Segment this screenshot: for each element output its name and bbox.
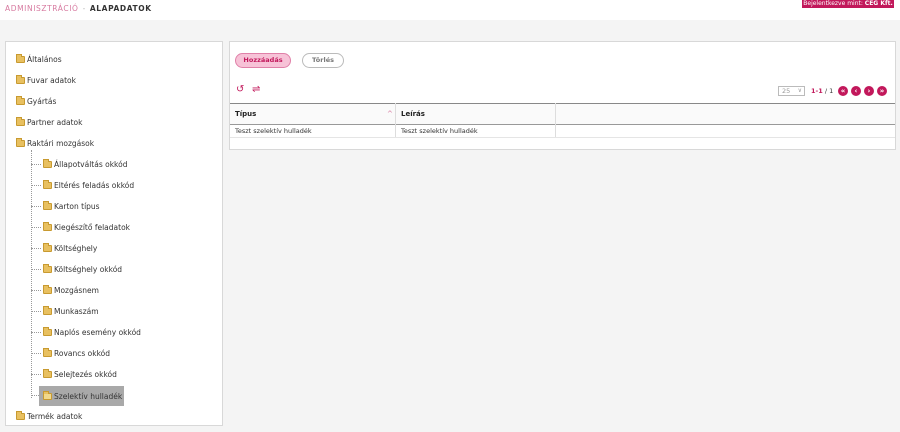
prev-page-icon[interactable]: ‹: [851, 86, 861, 96]
tree-child-item[interactable]: Állapotváltás okkód: [43, 155, 128, 173]
tree-child-item[interactable]: Költséghely: [43, 239, 97, 257]
page-total: / 1: [822, 87, 834, 95]
tree-child-item[interactable]: Kiegészítő feladatok: [43, 218, 130, 236]
breadcrumb-separator: -: [82, 4, 86, 13]
tree-item-altalanos[interactable]: Általános: [16, 50, 62, 68]
folder-icon: [43, 284, 52, 294]
tree-child-item[interactable]: Naplós esemény okkód: [43, 323, 141, 341]
folder-icon: [43, 305, 52, 315]
tree-item-label: Mozgásnem: [54, 285, 99, 295]
tree-item-label: Munkaszám: [54, 306, 99, 316]
tree-item-label: Rovancs okkód: [54, 348, 111, 358]
refresh-icon[interactable]: ↺: [236, 85, 244, 95]
tree-connector: [31, 311, 41, 312]
tree-connector: [31, 206, 41, 207]
page-info: 1-1 / 1: [811, 87, 833, 95]
tree-item-label: Termék adatok: [27, 411, 83, 421]
folder-icon: [43, 347, 52, 357]
tree-item-raktari-mozgasok[interactable]: Raktári mozgások: [16, 134, 94, 152]
folder-icon: [16, 137, 25, 147]
tree-item-label: Fuvar adatok: [27, 75, 76, 85]
folder-icon: [43, 221, 52, 231]
tree-item-label: Kiegészítő feladatok: [54, 222, 130, 232]
folder-icon: [43, 158, 52, 168]
table-row[interactable]: Teszt szelektív hulladék Teszt szelektív…: [230, 125, 895, 138]
login-prefix: Bejelentkezve mint:: [803, 0, 865, 7]
table-cell-leiras: Teszt szelektív hulladék: [401, 127, 478, 135]
login-user: CEG Kft.: [864, 0, 893, 7]
folder-icon: [43, 242, 52, 252]
tree-child-item-selected[interactable]: Szelektív hulladék: [39, 386, 125, 406]
tree-connector: [31, 269, 41, 270]
tree-connector: [31, 164, 41, 165]
main-panel: Hozzáadás Törlés ↺ ⇌ 25 ∨ 1-1 / 1 « ‹ › »…: [229, 41, 896, 150]
tree-connector: [31, 374, 41, 375]
tree-child-item[interactable]: Eltérés feladás okkód: [43, 176, 134, 194]
swap-icon[interactable]: ⇌: [252, 85, 260, 95]
tree-connector: [31, 185, 41, 186]
folder-icon: [43, 326, 52, 336]
tree-item-label: Általános: [27, 54, 62, 64]
tree-connector: [31, 227, 41, 228]
tree-item-label: Költséghely okkód: [54, 264, 123, 274]
folder-icon: [16, 53, 25, 63]
page-size-select[interactable]: 25 ∨: [778, 86, 805, 96]
tree-connector: [31, 290, 41, 291]
tree-item-label: Szelektív hulladék: [54, 391, 123, 401]
breadcrumb-current: ALAPADATOK: [89, 4, 152, 13]
tree-child-item[interactable]: Költséghely okkód: [43, 260, 122, 278]
tree-item-label: Költséghely: [54, 243, 98, 253]
tree-item-label: Partner adatok: [27, 117, 83, 127]
sort-asc-icon[interactable]: ^: [387, 104, 393, 125]
tree-item-label: Karton típus: [54, 201, 100, 211]
folder-icon: [43, 263, 52, 273]
tree-connector: [31, 248, 41, 249]
next-page-icon[interactable]: ›: [864, 86, 874, 96]
delete-button[interactable]: Törlés: [302, 53, 344, 68]
tree-child-item[interactable]: Selejtezés okkód: [43, 365, 117, 383]
table-header: Típus ^ Leírás: [230, 103, 895, 125]
column-header-leiras[interactable]: Leírás: [396, 104, 554, 125]
tree-child-item[interactable]: Rovancs okkód: [43, 344, 110, 362]
first-page-icon[interactable]: «: [838, 86, 848, 96]
tree-item-label: Eltérés feladás okkód: [54, 180, 135, 190]
tree-item-label: Naplós esemény okkód: [54, 327, 141, 337]
folder-icon: [43, 390, 52, 400]
folder-icon: [43, 200, 52, 210]
add-button[interactable]: Hozzáadás: [235, 53, 291, 68]
folder-icon: [16, 95, 25, 105]
breadcrumb-root[interactable]: ADMINISZTRÁCIÓ: [5, 4, 79, 13]
tree-item-gyartas[interactable]: Gyártás: [16, 92, 56, 110]
tree-item-partner-adatok[interactable]: Partner adatok: [16, 113, 82, 131]
top-bar: ADMINISZTRÁCIÓ - ALAPADATOK Bejelentkezve …: [0, 0, 900, 20]
chevron-down-icon: ∨: [797, 87, 802, 94]
tree-item-label: Raktári mozgások: [27, 138, 95, 148]
folder-icon: [16, 116, 25, 126]
tree-item-fuvar-adatok[interactable]: Fuvar adatok: [16, 71, 76, 89]
tree-item-label: Állapotváltás okkód: [54, 159, 128, 169]
tree-child-item[interactable]: Munkaszám: [43, 302, 99, 320]
column-header-tipus[interactable]: Típus: [230, 104, 395, 125]
folder-icon: [43, 179, 52, 189]
tree-item-termek-adatok[interactable]: Termék adatok: [16, 407, 82, 425]
folder-icon: [16, 410, 25, 420]
tree-child-item[interactable]: Karton típus: [43, 197, 100, 215]
tree-panel: Általános Fuvar adatok Gyártás Partner a…: [5, 41, 223, 426]
folder-icon: [43, 368, 52, 378]
last-page-icon[interactable]: »: [877, 86, 887, 96]
login-badge: Bejelentkezve mint: CEG Kft.: [802, 0, 894, 8]
tree-item-label: Selejtezés okkód: [54, 369, 117, 379]
breadcrumb: ADMINISZTRÁCIÓ - ALAPADATOK: [5, 4, 152, 13]
page-size-value: 25: [782, 87, 791, 95]
folder-icon: [16, 74, 25, 84]
tree-connector: [31, 150, 32, 398]
tree-connector: [31, 332, 41, 333]
tree-child-item[interactable]: Mozgásnem: [43, 281, 99, 299]
page-range: 1-1: [811, 87, 823, 95]
tree-item-label: Gyártás: [27, 96, 57, 106]
table-cell-tipus: Teszt szelektív hulladék: [235, 127, 312, 135]
tree-connector: [31, 353, 41, 354]
